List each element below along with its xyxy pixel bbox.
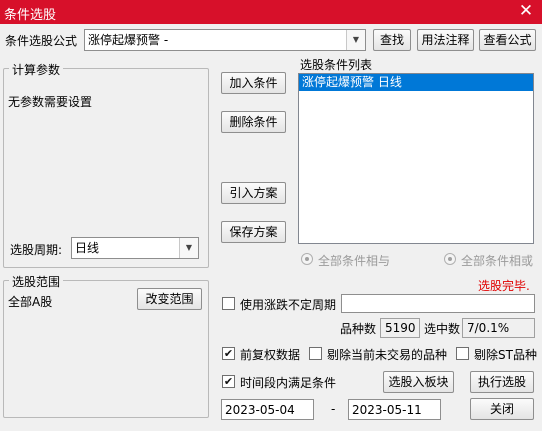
exclude-untraded-label: 剔除当前未交易的品种 xyxy=(327,348,448,362)
variable-period-label: 使用涨跌不定周期 xyxy=(240,298,337,312)
start-date-value: 2023-05-04 xyxy=(225,403,295,417)
close-icon[interactable]: ✕ xyxy=(516,1,536,21)
delete-condition-button[interactable]: 删除条件 xyxy=(221,111,286,133)
exclude-st-checkbox[interactable] xyxy=(456,347,469,360)
view-formula-button[interactable]: 查看公式 xyxy=(479,29,536,51)
date-separator: - xyxy=(331,402,336,416)
usage-notes-button[interactable]: 用法注释 xyxy=(417,29,474,51)
period-label: 选股周期: xyxy=(10,243,63,257)
chevron-down-icon[interactable]: ▼ xyxy=(179,238,198,258)
window-title: 条件选股 xyxy=(4,8,57,23)
formula-label: 条件选股公式 xyxy=(5,34,78,48)
radio-all-or-label: 全部条件相或 xyxy=(461,254,534,268)
variable-period-input[interactable] xyxy=(341,294,535,313)
start-date-input[interactable]: 2023-05-04 xyxy=(221,399,314,420)
condition-list-item[interactable]: 涨停起爆预警 日线 xyxy=(299,74,533,91)
selected-value: 7/0.1% xyxy=(462,318,535,338)
add-condition-button[interactable]: 加入条件 xyxy=(221,72,286,94)
import-scheme-button[interactable]: 引入方案 xyxy=(221,182,286,204)
formula-value: 涨停起爆预警 - xyxy=(88,33,169,47)
find-button[interactable]: 查找 xyxy=(373,29,411,51)
forward-adjust-label: 前复权数据 xyxy=(240,348,301,362)
count-value: 5190 xyxy=(380,318,420,338)
radio-all-or[interactable] xyxy=(444,253,456,265)
execute-selection-button[interactable]: 执行选股 xyxy=(470,371,534,393)
end-date-value: 2023-05-11 xyxy=(352,403,422,417)
status-text: 选股完毕. xyxy=(478,279,530,293)
title-bar: 条件选股 ✕ xyxy=(0,0,542,24)
time-range-label: 时间段内满足条件 xyxy=(240,376,337,390)
exclude-st-label: 剔除ST品种 xyxy=(474,348,537,362)
radio-all-and[interactable] xyxy=(301,253,313,265)
count-label: 品种数 xyxy=(340,322,377,336)
close-button[interactable]: 关闭 xyxy=(470,398,534,420)
range-title: 选股范围 xyxy=(9,273,64,290)
radio-all-and-label: 全部条件相与 xyxy=(318,254,391,268)
time-range-checkbox[interactable]: ✔ xyxy=(222,375,235,388)
change-range-button[interactable]: 改变范围 xyxy=(137,288,202,310)
save-scheme-button[interactable]: 保存方案 xyxy=(221,221,286,243)
chevron-down-icon[interactable]: ▼ xyxy=(346,30,365,50)
end-date-input[interactable]: 2023-05-11 xyxy=(348,399,441,420)
conditions-list[interactable]: 涨停起爆预警 日线 xyxy=(298,73,534,244)
variable-period-checkbox[interactable] xyxy=(222,297,235,310)
range-value: 全部A股 xyxy=(8,295,53,309)
add-to-block-button[interactable]: 选股入板块 xyxy=(383,371,454,393)
params-text: 无参数需要设置 xyxy=(8,95,93,109)
params-title: 计算参数 xyxy=(9,61,64,78)
conditions-title: 选股条件列表 xyxy=(300,58,373,72)
exclude-untraded-checkbox[interactable] xyxy=(309,347,322,360)
selected-label: 选中数 xyxy=(424,322,461,336)
period-value: 日线 xyxy=(75,241,100,255)
formula-combobox[interactable]: 涨停起爆预警 - ▼ xyxy=(84,29,366,51)
forward-adjust-checkbox[interactable]: ✔ xyxy=(222,347,235,360)
period-combobox[interactable]: 日线 ▼ xyxy=(71,237,199,259)
